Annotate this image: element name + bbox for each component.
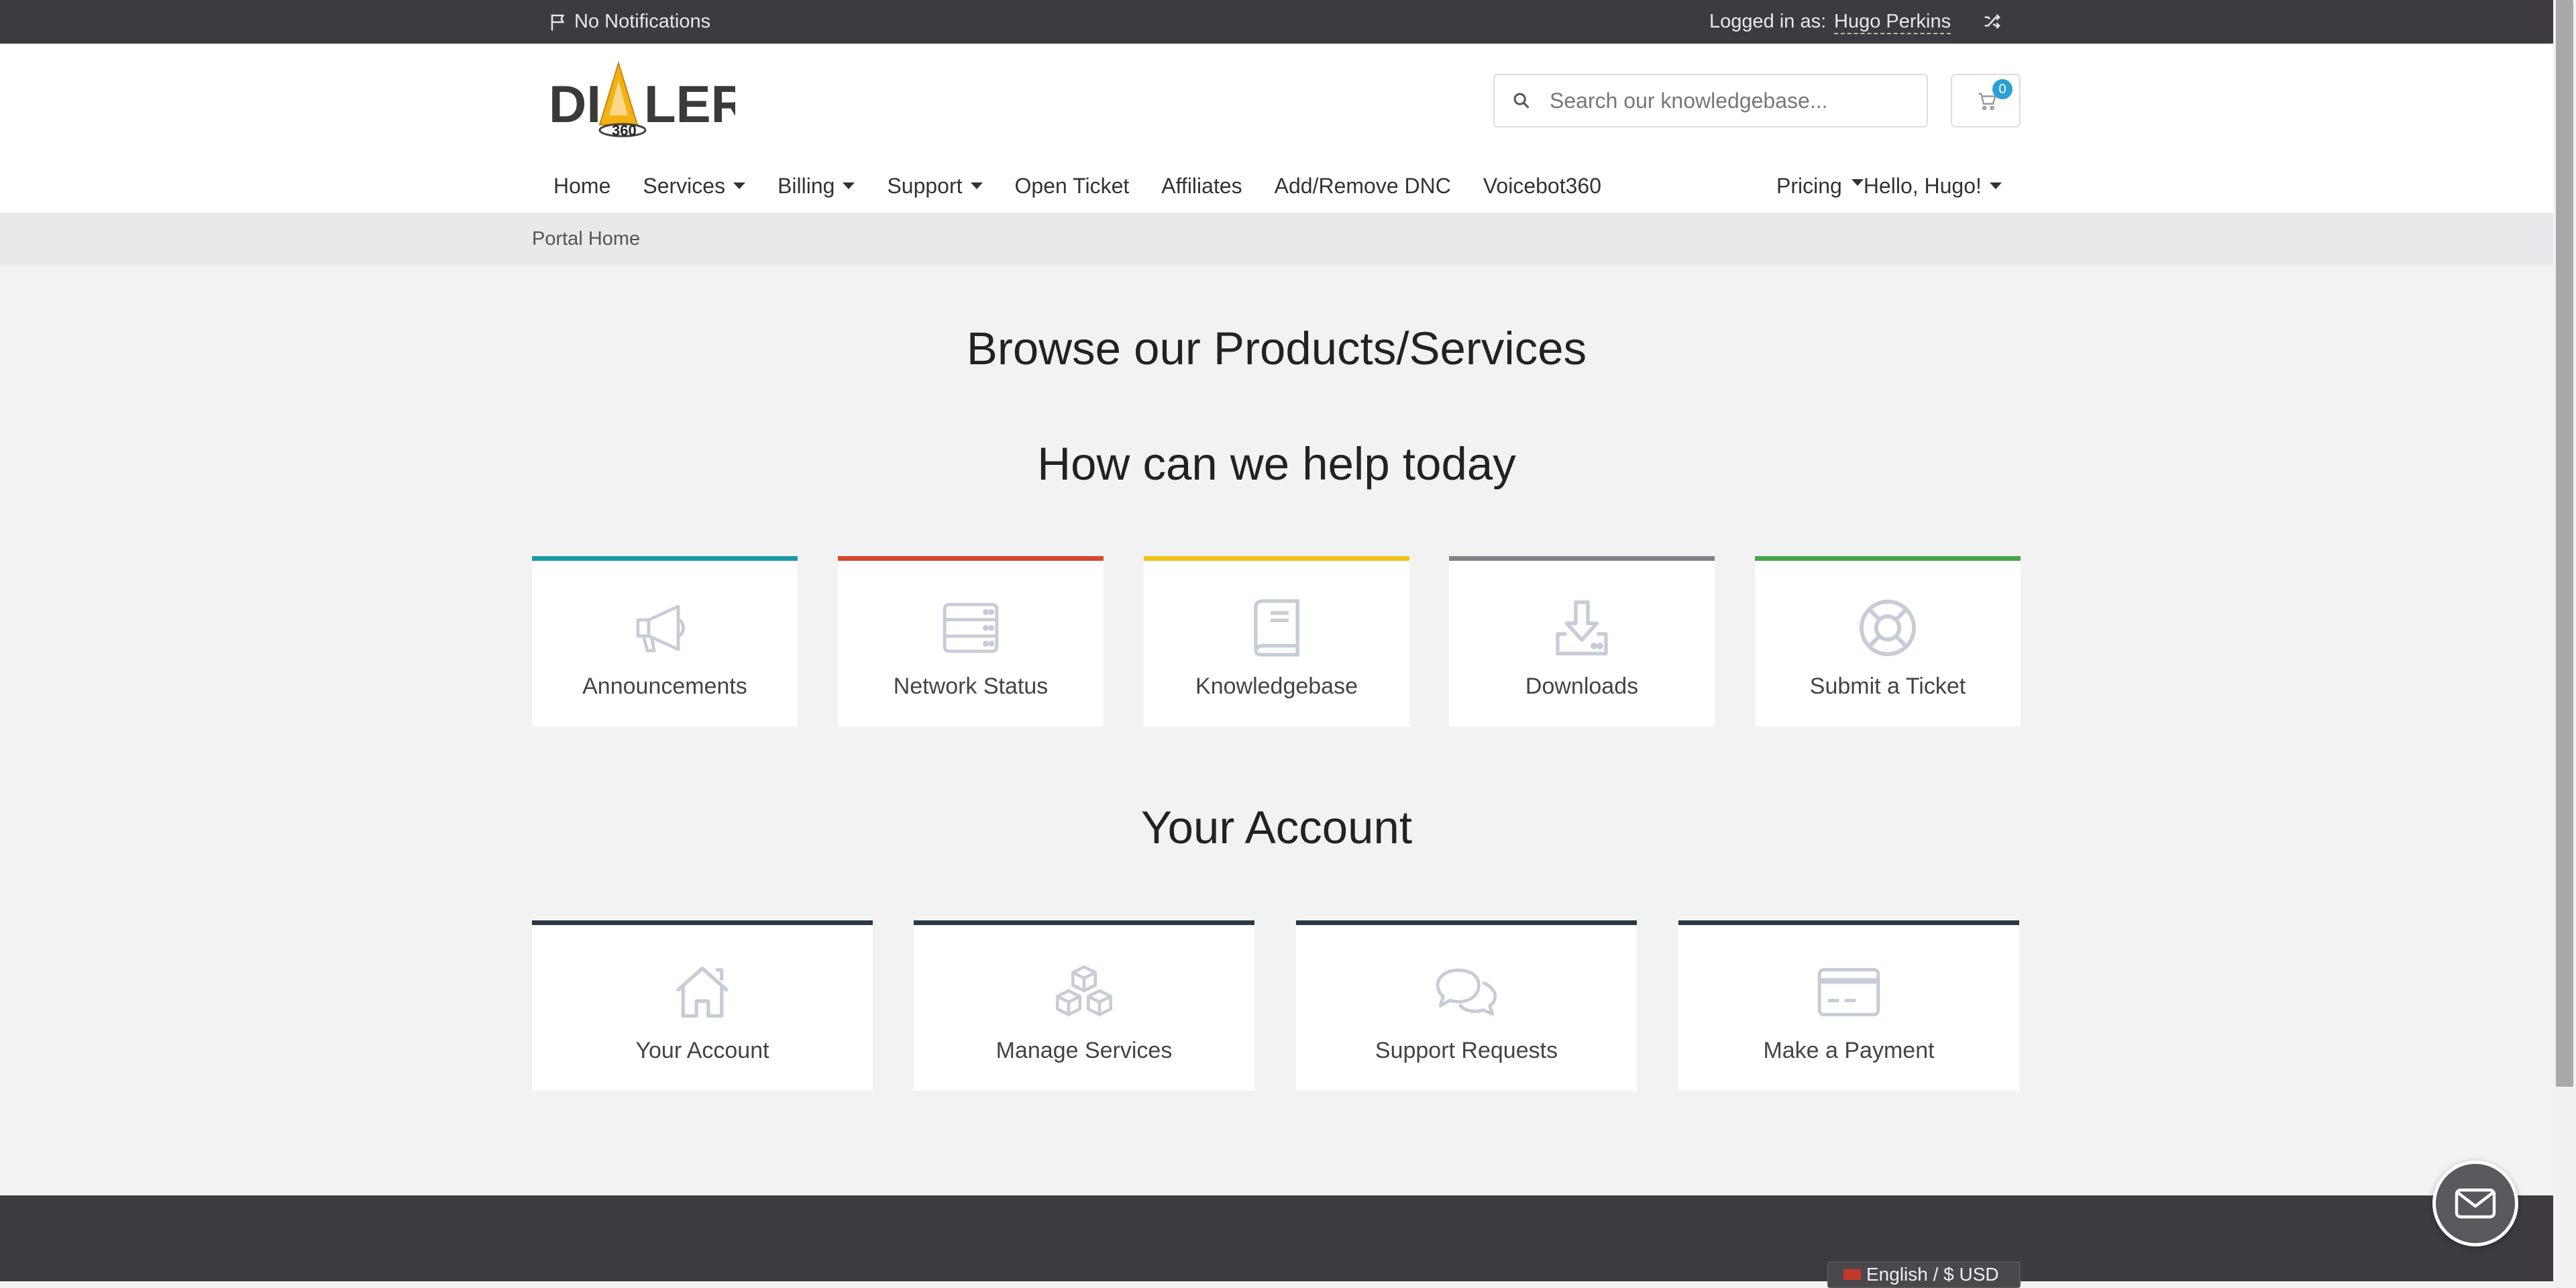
breadcrumb-bar: Portal Home — [0, 213, 2553, 265]
notifications-label: No Notifications — [574, 11, 711, 32]
switch-account-icon[interactable] — [1980, 9, 2004, 34]
page-scrollbar[interactable] — [2553, 0, 2576, 1281]
download-icon — [1552, 594, 1612, 661]
knowledgebase-search[interactable] — [1493, 74, 1928, 127]
caret-down-icon — [733, 182, 746, 189]
nav-affiliates[interactable]: Affiliates — [1145, 174, 1258, 199]
cubes-icon — [1053, 959, 1115, 1026]
main-nav: Home Services Billing Support Open Ticke… — [537, 166, 1617, 205]
caret-down-icon — [1851, 179, 1864, 186]
card-label: Support Requests — [1375, 1038, 1558, 1063]
card-label: Downloads — [1525, 674, 1639, 699]
support-requests-card[interactable]: Support Requests — [1296, 920, 1637, 1091]
site-logo[interactable]: DI LER 360 — [549, 60, 749, 144]
lifebuoy-icon — [1857, 594, 1919, 661]
search-icon — [1495, 91, 1548, 110]
caret-down-icon — [970, 182, 983, 189]
nav-billing[interactable]: Billing — [761, 174, 871, 199]
language-label: English / $ USD — [1866, 1264, 1999, 1285]
make-payment-card[interactable]: Make a Payment — [1678, 920, 2019, 1091]
nav-voicebot360[interactable]: Voicebot360 — [1467, 174, 1617, 199]
knowledgebase-card[interactable]: Knowledgebase — [1144, 556, 1409, 727]
user-name-link[interactable]: Hugo Perkins — [1834, 0, 1951, 44]
svg-text:360: 360 — [612, 122, 637, 139]
network-status-card[interactable]: Network Status — [838, 556, 1104, 727]
home-icon — [672, 959, 733, 1026]
nav-support[interactable]: Support — [871, 174, 998, 199]
notifications-link[interactable]: No Notifications — [549, 0, 710, 44]
top-bar: No Notifications Logged in as: Hugo Perk… — [0, 0, 2553, 44]
chat-widget-button[interactable] — [2432, 1161, 2518, 1246]
help-heading: How can we help today — [1037, 438, 1516, 490]
manage-services-card[interactable]: Manage Services — [914, 920, 1254, 1091]
nav-add-remove-dnc[interactable]: Add/Remove DNC — [1258, 174, 1467, 199]
book-icon — [1250, 594, 1303, 661]
nav-account-menu[interactable]: Hello, Hugo! — [1864, 174, 2018, 199]
megaphone-icon — [633, 594, 697, 661]
logged-in-label: Logged in as: — [1709, 11, 1827, 32]
card-label: Announcements — [582, 674, 747, 699]
card-label: Submit a Ticket — [1809, 674, 1966, 699]
card-label: Manage Services — [996, 1038, 1173, 1063]
card-label: Make a Payment — [1763, 1038, 1935, 1063]
browse-products-heading[interactable]: Browse our Products/Services — [0, 322, 2553, 375]
breadcrumb[interactable]: Portal Home — [532, 213, 640, 265]
card-label: Knowledgebase — [1195, 674, 1358, 699]
svg-text:DI: DI — [549, 74, 601, 133]
announcements-card[interactable]: Announcements — [532, 556, 798, 727]
secondary-nav: Pricing Hello, Hugo! — [1760, 166, 2018, 205]
search-input[interactable] — [1548, 87, 1900, 114]
card-label: Your Account — [635, 1038, 769, 1063]
svg-text:LER: LER — [644, 74, 735, 133]
account-heading: Your Account — [1140, 802, 1413, 853]
submit-ticket-card[interactable]: Submit a Ticket — [1755, 556, 2021, 727]
comments-icon — [1434, 959, 1499, 1026]
downloads-card[interactable]: Downloads — [1449, 556, 1715, 727]
credit-card-icon — [1817, 959, 1881, 1026]
server-icon — [941, 594, 1001, 661]
cart-button[interactable]: 0 — [1951, 74, 2021, 127]
caret-down-icon — [843, 182, 855, 189]
nav-pricing[interactable]: Pricing — [1760, 174, 1864, 199]
nav-services[interactable]: Services — [627, 174, 761, 199]
scrollbar-thumb[interactable] — [2556, 0, 2573, 1087]
site-footer — [0, 1195, 2553, 1281]
caret-down-icon — [1989, 182, 2002, 189]
language-currency-selector[interactable]: English / $ USD — [1827, 1261, 2021, 1288]
cart-count-badge: 0 — [1992, 79, 2012, 99]
nav-open-ticket[interactable]: Open Ticket — [999, 174, 1146, 199]
your-account-card[interactable]: Your Account — [532, 920, 873, 1091]
us-flag-icon — [1843, 1269, 1861, 1280]
card-label: Network Status — [893, 674, 1049, 699]
nav-home[interactable]: Home — [537, 174, 627, 199]
flag-icon — [551, 14, 565, 30]
envelope-icon — [2455, 1188, 2496, 1219]
